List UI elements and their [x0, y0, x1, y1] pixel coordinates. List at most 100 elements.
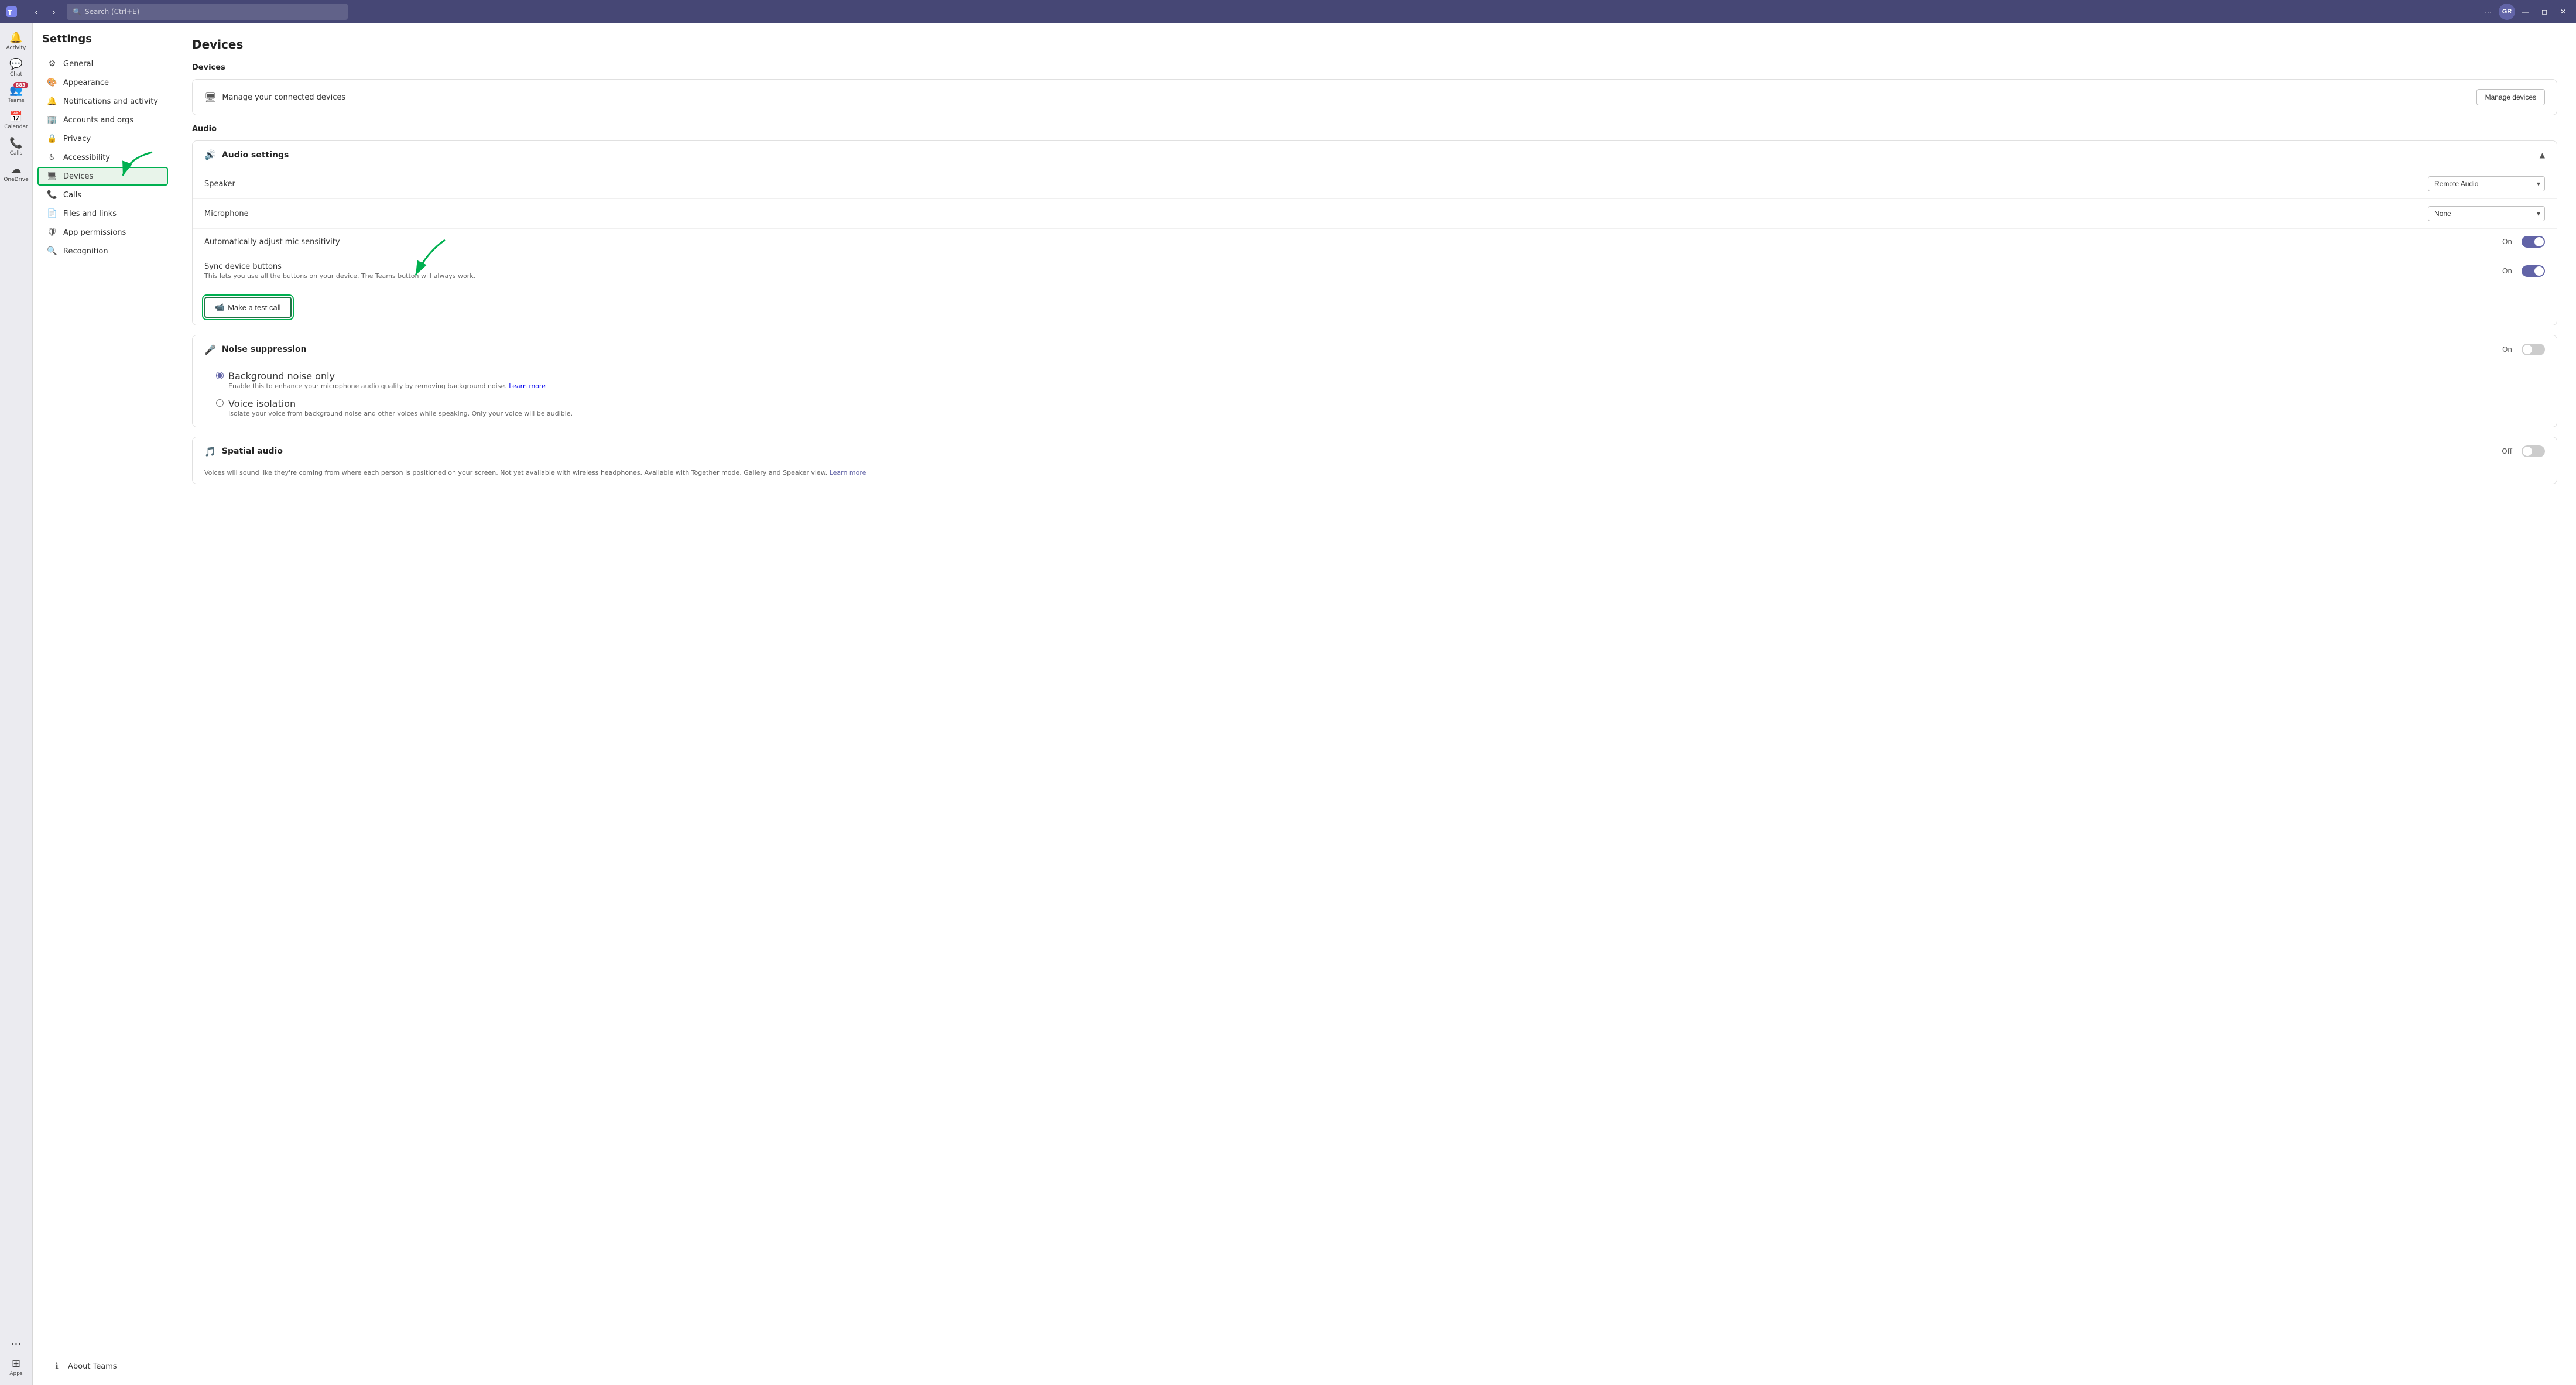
back-button[interactable]: ‹: [28, 4, 44, 20]
background-noise-text: Background noise only Enable this to enh…: [228, 371, 546, 390]
sidebar-item-notifications[interactable]: 🔔 Notifications and activity: [37, 92, 168, 111]
sidebar-item-general[interactable]: ⚙ General: [37, 54, 168, 73]
auto-adjust-label: Automatically adjust mic sensitivity: [204, 238, 2502, 246]
spatial-audio-card: 🎵 Spatial audio Off Voices will sound li…: [192, 437, 2557, 484]
search-icon: 🔍: [73, 8, 81, 16]
sidebar-item-appearance[interactable]: 🎨 Appearance: [37, 73, 168, 92]
notifications-icon: 🔔: [47, 97, 57, 106]
speaker-select[interactable]: Remote Audio Default - Speakers Headphon…: [2428, 176, 2545, 191]
manage-devices-button[interactable]: Manage devices: [2476, 89, 2545, 105]
appearance-icon: 🎨: [47, 78, 57, 87]
calls-settings-icon: 📞: [47, 190, 57, 200]
accounts-label: Accounts and orgs: [63, 116, 133, 125]
spatial-title: Spatial audio: [222, 447, 283, 456]
sidebar-item-apps[interactable]: ⊞ Apps: [1, 1354, 32, 1380]
noise-header-left: 🎤 Noise suppression: [204, 344, 307, 355]
connected-devices-row: 🖥 Manage your connected devices Manage d…: [204, 89, 2545, 105]
sidebar-item-recognition[interactable]: 🔍 Recognition: [37, 242, 168, 260]
noise-title: Noise suppression: [222, 345, 307, 354]
auto-adjust-info: Automatically adjust mic sensitivity: [204, 238, 2502, 246]
connected-devices-left: 🖥 Manage your connected devices: [204, 92, 345, 103]
voice-isolation-radio[interactable]: [216, 399, 224, 407]
sidebar-item-calls[interactable]: 📞 Calls: [1, 133, 32, 160]
calls-icon: 📞: [9, 137, 22, 149]
sidebar-item-onedrive[interactable]: ☁ OneDrive: [1, 160, 32, 186]
noise-toggle-group: On: [2502, 344, 2545, 355]
sidebar-item-devices[interactable]: 🖥 Devices: [37, 167, 168, 186]
chat-icon: 💬: [9, 58, 22, 70]
onedrive-label: OneDrive: [4, 177, 28, 183]
search-placeholder: Search (Ctrl+E): [85, 8, 139, 16]
app-rail: 🔔 Activity 💬 Chat 👥 Teams 883 📅 Calendar…: [0, 23, 33, 1385]
onedrive-icon: ☁: [11, 163, 22, 176]
more-options-button[interactable]: ···: [2480, 4, 2496, 20]
sync-buttons-row: Sync device buttons This lets you use al…: [193, 255, 2557, 287]
sidebar-title: Settings: [33, 33, 173, 54]
sidebar-item-calls[interactable]: 📞 Calls: [37, 186, 168, 204]
general-label: General: [63, 60, 93, 68]
microphone-select[interactable]: None Default - Microphone: [2428, 206, 2545, 221]
audio-settings-icon: 🔊: [204, 149, 216, 160]
teams-label: Teams: [8, 98, 24, 104]
noise-options: Background noise only Enable this to enh…: [193, 364, 2557, 427]
accounts-icon: 🏢: [47, 115, 57, 125]
sync-buttons-state: On: [2502, 267, 2512, 275]
avatar-button[interactable]: GR: [2499, 4, 2515, 20]
page-title: Devices: [192, 37, 2557, 52]
files-icon: 📄: [47, 209, 57, 218]
activity-icon: 🔔: [9, 32, 22, 44]
spatial-learn-more[interactable]: Learn more: [830, 469, 866, 476]
noise-toggle[interactable]: [2522, 344, 2545, 355]
background-noise-learn-more[interactable]: Learn more: [509, 382, 546, 390]
make-test-call-button[interactable]: 📹 Make a test call: [204, 297, 292, 318]
forward-button[interactable]: ›: [46, 4, 62, 20]
devices-label: Devices: [63, 172, 93, 181]
title-bar-right: ··· GR — ◻ ✕: [2480, 4, 2576, 20]
sidebar-item-accounts[interactable]: 🏢 Accounts and orgs: [37, 111, 168, 129]
sidebar-item-apppermissions[interactable]: 🛡 App permissions: [37, 223, 168, 242]
privacy-icon: 🔒: [47, 134, 57, 143]
speaker-select-wrap: Remote Audio Default - Speakers Headphon…: [2428, 176, 2545, 191]
connected-devices-card: 🖥 Manage your connected devices Manage d…: [192, 79, 2557, 115]
about-label: About Teams: [68, 1362, 117, 1371]
sidebar-item-activity[interactable]: 🔔 Activity: [1, 28, 32, 54]
sidebar-item-teams[interactable]: 👥 Teams 883: [1, 81, 32, 107]
sidebar-item-fileslinks[interactable]: 📄 Files and links: [37, 204, 168, 223]
auto-adjust-toggle[interactable]: [2522, 236, 2545, 248]
apppermissions-label: App permissions: [63, 228, 126, 237]
noise-suppression-header[interactable]: 🎤 Noise suppression On: [193, 335, 2557, 364]
spatial-description-row: Voices will sound like they're coming fr…: [193, 465, 2557, 484]
restore-button[interactable]: ◻: [2536, 4, 2553, 20]
spatial-state: Off: [2502, 447, 2512, 455]
audio-header-left: 🔊 Audio settings: [204, 149, 289, 160]
sidebar-item-chat[interactable]: 💬 Chat: [1, 54, 32, 81]
voice-isolation-text: Voice isolation Isolate your voice from …: [228, 398, 573, 417]
svg-text:T: T: [8, 9, 12, 16]
audio-settings-header[interactable]: 🔊 Audio settings ▲: [193, 141, 2557, 169]
voice-isolation-option: Voice isolation Isolate your voice from …: [204, 396, 2545, 420]
sidebar-item-calendar[interactable]: 📅 Calendar: [1, 107, 32, 133]
title-bar: T ‹ › 🔍 Search (Ctrl+E) ··· GR — ◻ ✕: [0, 0, 2576, 23]
spatial-toggle[interactable]: [2522, 445, 2545, 457]
close-button[interactable]: ✕: [2555, 4, 2571, 20]
microphone-row: Microphone None Default - Microphone: [193, 198, 2557, 228]
speaker-info: Speaker: [204, 180, 2428, 188]
speaker-label: Speaker: [204, 180, 2428, 188]
sidebar-item-more[interactable]: ···: [1, 1335, 32, 1354]
nav-buttons: ‹ ›: [23, 4, 67, 20]
background-noise-radio[interactable]: [216, 372, 224, 379]
search-bar[interactable]: 🔍 Search (Ctrl+E): [67, 4, 348, 20]
main-content: Devices Devices 🖥 Manage your connected …: [173, 23, 2576, 1385]
accessibility-icon: ♿: [47, 153, 57, 162]
settings-sidebar: Settings ⚙ General 🎨 Appearance 🔔 Notifi…: [33, 23, 173, 1385]
sync-buttons-toggle[interactable]: [2522, 265, 2545, 277]
auto-adjust-row: Automatically adjust mic sensitivity On: [193, 228, 2557, 255]
auto-adjust-toggle-group: On: [2502, 236, 2545, 248]
app-logo: T: [0, 0, 23, 23]
sidebar-item-about[interactable]: ℹ About Teams: [42, 1357, 163, 1376]
spatial-audio-header[interactable]: 🎵 Spatial audio Off: [193, 437, 2557, 465]
sidebar-item-accessibility[interactable]: ♿ Accessibility: [37, 148, 168, 167]
sidebar-item-privacy[interactable]: 🔒 Privacy: [37, 129, 168, 148]
minimize-button[interactable]: —: [2517, 4, 2534, 20]
general-icon: ⚙: [47, 59, 57, 68]
